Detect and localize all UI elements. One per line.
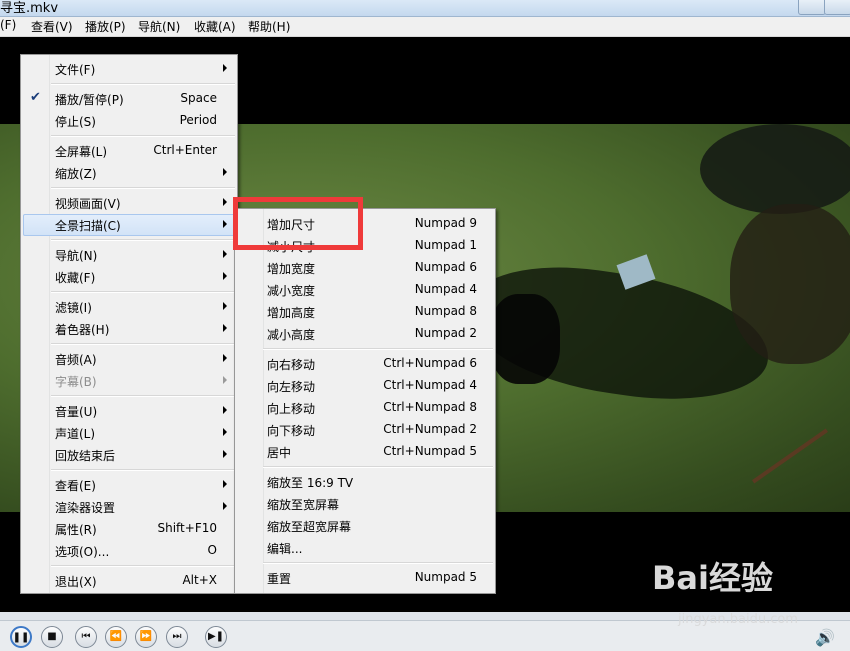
checkmark-icon: ✔: [30, 90, 41, 105]
menu-item-video-frame[interactable]: 视频画面(V): [23, 192, 235, 214]
menu-navigate[interactable]: 导航(N): [138, 18, 180, 35]
forward-icon[interactable]: ⏩: [135, 626, 157, 648]
chevron-right-icon: [223, 428, 227, 436]
chevron-right-icon: [223, 450, 227, 458]
title-bar: 寻宝.mkv: [0, 0, 850, 17]
chevron-right-icon: [223, 480, 227, 488]
window-title: 寻宝.mkv: [0, 1, 59, 16]
menu-item-zoom[interactable]: 缩放(Z): [23, 162, 235, 184]
menu-item-stop[interactable]: 停止(S) Period: [23, 110, 235, 132]
menu-item-subtitles: 字幕(B): [23, 370, 235, 392]
submenu-item-move-right[interactable]: 向右移动 Ctrl+Numpad 6: [237, 353, 493, 375]
chevron-right-icon: [223, 198, 227, 206]
submenu-item-reset[interactable]: 重置 Numpad 5: [237, 567, 493, 589]
menu-item-after-playback[interactable]: 回放结束后: [23, 444, 235, 466]
menu-help[interactable]: 帮助(H): [248, 18, 290, 35]
chevron-right-icon: [223, 406, 227, 414]
menu-item-play-pause[interactable]: ✔ 播放/暂停(P) Space: [23, 88, 235, 110]
pause-icon[interactable]: ❚❚: [10, 626, 32, 648]
menu-item-volume[interactable]: 音量(U): [23, 400, 235, 422]
menu-item-renderer-settings[interactable]: 渲染器设置: [23, 496, 235, 518]
submenu-item-center[interactable]: 居中 Ctrl+Numpad 5: [237, 441, 493, 463]
menu-bar: (F) 查看(V) 播放(P) 导航(N) 收藏(A) 帮助(H): [0, 17, 850, 37]
watermark-url: jingyan.baidu.com: [678, 612, 798, 627]
submenu-item-decrease-height[interactable]: 减小高度 Numpad 2: [237, 323, 493, 345]
menu-item-navigate[interactable]: 导航(N): [23, 244, 235, 266]
menu-file[interactable]: (F): [0, 18, 16, 32]
frame-step-icon[interactable]: ▶❚: [205, 626, 227, 648]
chevron-right-icon: [223, 272, 227, 280]
chevron-right-icon: [223, 302, 227, 310]
menu-item-favorites[interactable]: 收藏(F): [23, 266, 235, 288]
submenu-item-increase-height[interactable]: 增加高度 Numpad 8: [237, 301, 493, 323]
submenu-item-zoom-16-9[interactable]: 缩放至 16:9 TV: [237, 471, 493, 493]
menu-item-channel[interactable]: 声道(L): [23, 422, 235, 444]
submenu-item-edit[interactable]: 编辑...: [237, 537, 493, 559]
pan-scan-submenu: 增加尺寸 Numpad 9 减小尺寸 Numpad 1 增加宽度 Numpad …: [234, 208, 496, 594]
chevron-right-icon: [223, 250, 227, 258]
chevron-right-icon: [223, 502, 227, 510]
menu-item-properties[interactable]: 属性(R) Shift+F10: [23, 518, 235, 540]
menu-item-options[interactable]: 选项(O)... O: [23, 540, 235, 562]
stop-icon[interactable]: ■: [41, 626, 63, 648]
previous-icon[interactable]: ⏮: [75, 626, 97, 648]
submenu-item-move-up[interactable]: 向上移动 Ctrl+Numpad 8: [237, 397, 493, 419]
chevron-right-icon: [223, 354, 227, 362]
menu-view[interactable]: 查看(V): [31, 18, 73, 35]
menu-item-pan-scan[interactable]: 全景扫描(C): [23, 214, 235, 236]
submenu-item-move-left[interactable]: 向左移动 Ctrl+Numpad 4: [237, 375, 493, 397]
minimize-button[interactable]: [798, 0, 826, 15]
chevron-right-icon: [223, 376, 227, 384]
chevron-right-icon: [223, 324, 227, 332]
menu-item-fullscreen[interactable]: 全屏幕(L) Ctrl+Enter: [23, 140, 235, 162]
next-icon[interactable]: ⏭: [166, 626, 188, 648]
menu-item-exit[interactable]: 退出(X) Alt+X: [23, 570, 235, 592]
submenu-item-decrease-width[interactable]: 减小宽度 Numpad 4: [237, 279, 493, 301]
menu-item-file[interactable]: 文件(F): [23, 58, 235, 80]
menu-item-audio[interactable]: 音频(A): [23, 348, 235, 370]
chevron-right-icon: [223, 64, 227, 72]
submenu-item-zoom-widescreen[interactable]: 缩放至宽屏幕: [237, 493, 493, 515]
chevron-right-icon: [223, 220, 227, 228]
menu-favorites[interactable]: 收藏(A): [194, 18, 236, 35]
submenu-item-move-down[interactable]: 向下移动 Ctrl+Numpad 2: [237, 419, 493, 441]
menu-item-filters[interactable]: 滤镜(I): [23, 296, 235, 318]
volume-icon[interactable]: 🔊: [815, 628, 835, 647]
submenu-item-zoom-ultrawide[interactable]: 缩放至超宽屏幕: [237, 515, 493, 537]
menu-play[interactable]: 播放(P): [85, 18, 126, 35]
context-menu: 文件(F) ✔ 播放/暂停(P) Space 停止(S) Period 全屏幕(…: [20, 54, 238, 594]
rewind-icon[interactable]: ⏪: [105, 626, 127, 648]
menu-item-shaders[interactable]: 着色器(H): [23, 318, 235, 340]
chevron-right-icon: [223, 168, 227, 176]
submenu-item-increase-width[interactable]: 增加宽度 Numpad 6: [237, 257, 493, 279]
highlight-annotation-box: [233, 197, 363, 250]
watermark-logo: Bai经验: [652, 559, 773, 597]
maximize-button[interactable]: [824, 0, 850, 15]
menu-item-view[interactable]: 查看(E): [23, 474, 235, 496]
